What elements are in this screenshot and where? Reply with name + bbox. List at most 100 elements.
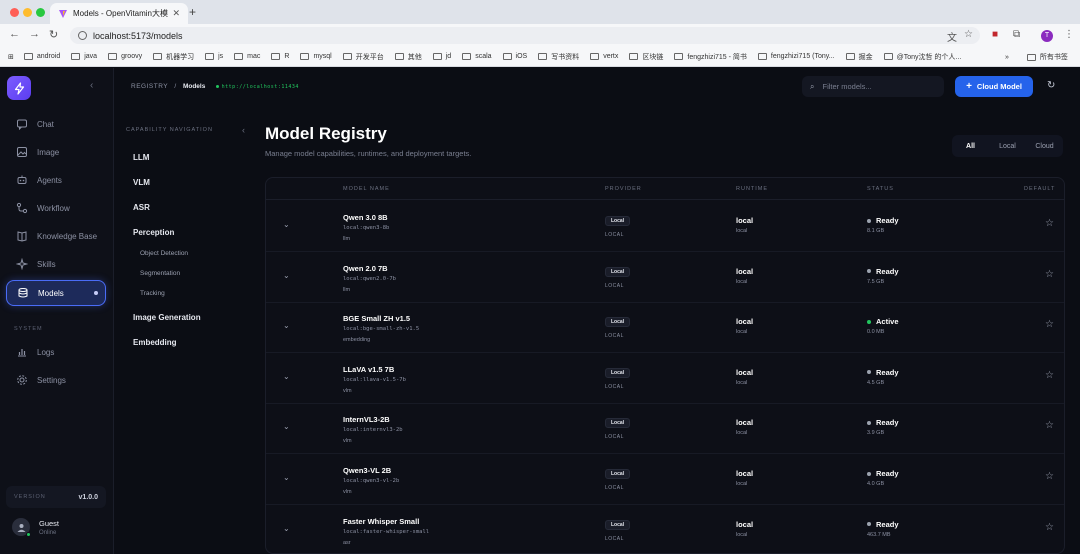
capability-item[interactable]: Embedding (133, 338, 177, 347)
bookmark-label: iOS (515, 53, 528, 60)
profile-avatar[interactable]: T (1041, 30, 1053, 42)
capability-llm[interactable]: LLM (133, 153, 149, 162)
collapse-sidebar-icon[interactable]: ‹ (90, 80, 93, 91)
set-default-star-icon[interactable]: ☆ (1045, 471, 1054, 482)
set-default-star-icon[interactable]: ☆ (1045, 522, 1054, 533)
bookmark-item[interactable]: 区块链 (629, 52, 663, 62)
forward-icon[interactable]: → (29, 28, 40, 40)
bookmark-star-icon[interactable]: ☆ (964, 29, 973, 40)
expand-chevron-icon[interactable]: ⌄ (283, 271, 290, 280)
bookmark-item[interactable]: fengzhizi715 - 简书 (674, 52, 747, 62)
bookmark-label: 机器学习 (166, 53, 195, 61)
all-bookmarks-folder[interactable]: 所有书签 (1026, 52, 1068, 62)
sidebar-item-logs[interactable]: Logs (6, 339, 106, 365)
reload-icon[interactable]: ↻ (49, 28, 58, 41)
sidebar-item-agents[interactable]: Agents (6, 167, 106, 193)
new-tab-icon[interactable]: + (189, 5, 196, 19)
zoom-window-button[interactable] (36, 8, 45, 17)
bookmark-item[interactable]: jd (432, 53, 451, 60)
chart-icon (16, 346, 28, 358)
capability-sub-item[interactable]: Segmentation (140, 270, 180, 277)
bookmark-item[interactable]: mac (234, 53, 260, 60)
bookmark-item[interactable]: scala (462, 53, 492, 60)
apps-grid-icon[interactable]: ⊞ (8, 53, 14, 61)
bookmark-item[interactable]: 写书资料 (538, 52, 579, 62)
bookmark-item[interactable]: 机器学习 (153, 52, 194, 62)
app-logo[interactable] (7, 76, 31, 100)
bookmark-item[interactable]: fengzhizi715 (Tony... (757, 53, 835, 60)
model-capability: embedding (343, 337, 371, 344)
table-row[interactable]: ⌄ Faster Whisper Small local:faster-whispe… (266, 505, 1064, 553)
expand-chevron-icon[interactable]: ⌄ (283, 321, 290, 330)
browser-menu-icon[interactable]: ⋮ (1064, 29, 1074, 40)
capability-item[interactable]: Image Generation (133, 313, 201, 322)
bookmark-item[interactable]: js (205, 53, 223, 60)
table-row[interactable]: ⌄ InternVL3-2B local:internvl3-2b vlm Local L… (266, 403, 1064, 455)
runtime-name: local (736, 317, 754, 327)
expand-chevron-icon[interactable]: ⌄ (283, 524, 290, 533)
capability-vlm[interactable]: VLM (133, 178, 150, 187)
table-row[interactable]: ⌄ Qwen 3.0 8B local:qwen3-8b llm Local LOCAL l… (266, 201, 1064, 252)
add-cloud-model-button[interactable]: + Cloud Model (955, 76, 1033, 97)
table-row[interactable]: ⌄ Qwen 2.0 7B local:qwen2.0-7b llm Local LOCA… (266, 252, 1064, 303)
bookmarks-more-icon[interactable]: » (1005, 54, 1009, 61)
capability-asr[interactable]: ASR (133, 203, 150, 212)
sidebar-item-label: Image (37, 147, 60, 157)
set-default-star-icon[interactable]: ☆ (1045, 218, 1054, 229)
set-default-star-icon[interactable]: ☆ (1045, 319, 1054, 330)
refresh-icon[interactable]: ↻ (1047, 80, 1055, 91)
sidebar-item-settings[interactable]: Settings (6, 367, 106, 393)
back-icon[interactable]: ← (9, 28, 20, 40)
bookmark-item[interactable]: mysql (300, 53, 332, 60)
sidebar-item-workflow[interactable]: Workflow (6, 195, 106, 221)
bookmark-item[interactable]: vertx (590, 53, 618, 60)
model-capability: llm (343, 236, 351, 242)
bookmark-item[interactable]: iOS (502, 53, 528, 60)
filter-tab-cloud[interactable]: Cloud (1026, 143, 1063, 150)
sidebar-item-chat[interactable]: Chat (6, 111, 106, 137)
url-field[interactable]: localhost:5173/models (70, 27, 980, 44)
expand-chevron-icon[interactable]: ⌄ (283, 473, 290, 482)
close-tab-icon[interactable]: ✕ (172, 8, 180, 19)
set-default-star-icon[interactable]: ☆ (1045, 269, 1054, 280)
capability-sub-item[interactable]: Tracking (140, 290, 165, 297)
bookmark-item[interactable]: 开发平台 (342, 52, 384, 62)
translate-icon[interactable]: 文 (947, 29, 957, 44)
sidebar-item-skills[interactable]: Skills (6, 251, 106, 277)
breadcrumb-current: Models (182, 83, 206, 90)
table-row[interactable]: ⌄ Qwen3-VL 2B local:qwen3-vl-2b vlm Local LOC… (266, 454, 1064, 505)
bookmark-item[interactable]: @Tony沈哲 的个人... (883, 52, 961, 62)
chat-icon (16, 118, 28, 130)
extension-icon[interactable]: ■ (992, 29, 998, 40)
set-default-star-icon[interactable]: ☆ (1045, 420, 1054, 431)
bookmark-item[interactable]: 其他 (394, 52, 422, 62)
expand-chevron-icon[interactable]: ⌄ (283, 220, 290, 229)
minimize-window-button[interactable] (23, 8, 32, 17)
user-profile[interactable]: Guest Online (12, 518, 59, 537)
sidebar-item-models[interactable]: Models (6, 280, 106, 306)
folder-icon (300, 53, 310, 60)
filter-tab-local[interactable]: Local (989, 143, 1026, 150)
filter-tab-all[interactable]: All (952, 143, 989, 150)
bookmark-item[interactable]: 掘金 (845, 52, 873, 62)
expand-chevron-icon[interactable]: ⌄ (283, 372, 290, 381)
capability-perception[interactable]: Perception (133, 228, 174, 237)
sidebar-item-image[interactable]: Image (6, 139, 106, 165)
close-window-button[interactable] (10, 8, 19, 17)
extensions-puzzle-icon[interactable]: ⧉ (1013, 29, 1020, 40)
table-row[interactable]: ⌄ BGE Small ZH v1.5 local:bge-small-zh-v1.… (266, 302, 1064, 354)
filter-models-input[interactable]: ⌕ Filter models... (802, 76, 944, 97)
capability-sub-item[interactable]: Object Detection (140, 250, 188, 257)
bookmark-item[interactable]: R (271, 53, 289, 60)
expand-chevron-icon[interactable]: ⌄ (283, 422, 290, 431)
breadcrumb-root[interactable]: REGISTRY (131, 83, 168, 90)
table-row[interactable]: ⌄ LLaVA v1.5 7B local:llava-v1.5-7b vlm Loca… (266, 353, 1064, 404)
bookmark-item[interactable]: android (23, 53, 60, 60)
bookmark-item[interactable]: java (71, 53, 97, 60)
collapse-capability-nav-icon[interactable]: ‹ (242, 125, 245, 135)
site-info-icon[interactable] (78, 31, 87, 40)
browser-tab[interactable]: Models - OpenVitamin大模型 ✕ (50, 3, 188, 24)
bookmark-item[interactable]: groovy (108, 53, 142, 60)
set-default-star-icon[interactable]: ☆ (1045, 370, 1054, 381)
sidebar-item-knowledge-base[interactable]: Knowledge Base (6, 223, 106, 249)
